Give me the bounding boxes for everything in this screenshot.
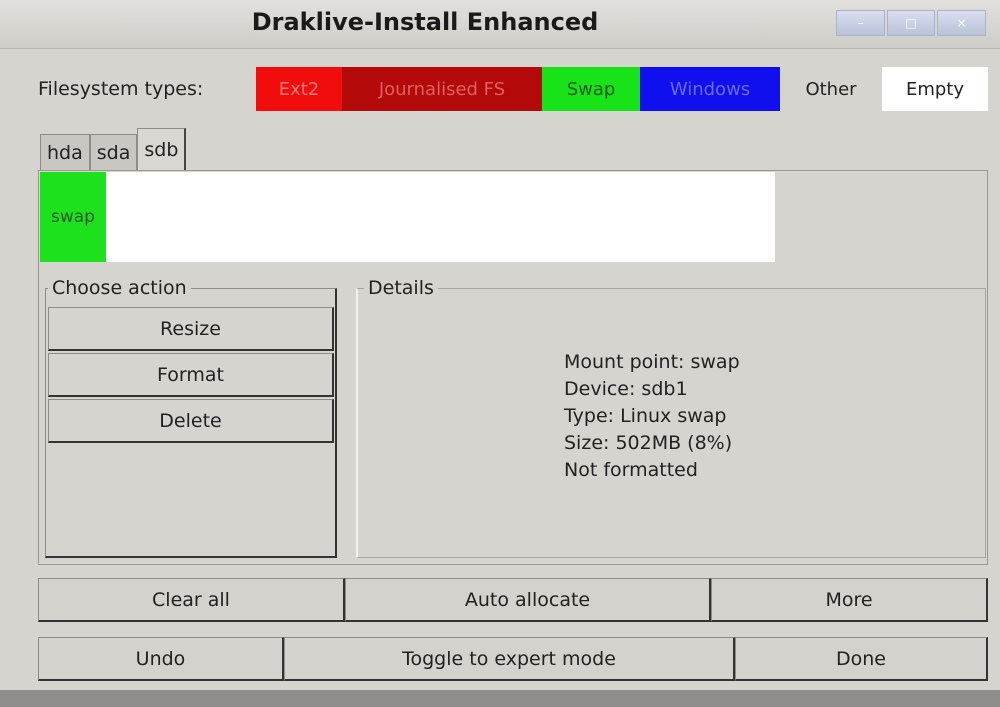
filesystem-types-label: Filesystem types: (38, 78, 204, 100)
done-button[interactable]: Done (735, 637, 988, 681)
fs-type-swap: Swap (542, 67, 640, 111)
fs-type-ext2: Ext2 (256, 67, 342, 111)
choose-action-legend: Choose action (48, 277, 191, 299)
fs-type-journalised: Journalised FS (342, 67, 542, 111)
partition-map[interactable]: swap (40, 172, 775, 262)
fs-type-other: Other (780, 67, 882, 111)
detail-format-status: Not formatted (564, 459, 698, 481)
filesystem-types-legend: Filesystem types: Ext2 Journalised FS Sw… (38, 66, 988, 112)
detail-device: Device: sdb1 (564, 378, 688, 400)
toggle-expert-mode-button[interactable]: Toggle to expert mode (284, 637, 735, 681)
window-bottom-edge (0, 690, 1000, 707)
tab-sdb[interactable]: sdb (137, 128, 187, 170)
minimize-button[interactable]: – (836, 10, 885, 36)
partition-swap-segment[interactable]: swap (40, 172, 106, 262)
tab-sda[interactable]: sda (89, 134, 138, 170)
fs-type-empty: Empty (882, 67, 988, 111)
more-button[interactable]: More (711, 578, 988, 622)
clear-all-button[interactable]: Clear all (38, 578, 345, 622)
disk-tabs: hda sda sdb (40, 128, 187, 170)
delete-button[interactable]: Delete (48, 399, 334, 443)
detail-type: Type: Linux swap (564, 405, 727, 427)
action-buttons-row-2: Undo Toggle to expert mode Done (38, 637, 988, 681)
format-button[interactable]: Format (48, 353, 334, 397)
undo-button[interactable]: Undo (38, 637, 284, 681)
installer-window: Draklive-Install Enhanced – □ × Filesyst… (0, 0, 1000, 707)
tab-hda[interactable]: hda (40, 134, 90, 170)
detail-size: Size: 502MB (8%) (564, 432, 733, 454)
maximize-button[interactable]: □ (886, 10, 936, 36)
details-group: Details Mount point: swap Device: sdb1 T… (356, 277, 986, 558)
close-button[interactable]: × (937, 10, 987, 36)
details-legend: Details (364, 277, 438, 299)
auto-allocate-button[interactable]: Auto allocate (345, 578, 711, 622)
partition-details: Mount point: swap Device: sdb1 Type: Lin… (564, 349, 740, 484)
resize-button[interactable]: Resize (48, 307, 334, 351)
detail-mount-point: Mount point: swap (564, 351, 740, 373)
action-buttons-row-1: Clear all Auto allocate More (38, 578, 988, 622)
window-title: Draklive-Install Enhanced (251, 8, 599, 36)
window-controls: – □ × (836, 10, 987, 36)
title-bar[interactable]: Draklive-Install Enhanced – □ × (0, 0, 1000, 49)
fs-type-windows: Windows (640, 67, 780, 111)
choose-action-group: Choose action Resize Format Delete (45, 277, 337, 558)
